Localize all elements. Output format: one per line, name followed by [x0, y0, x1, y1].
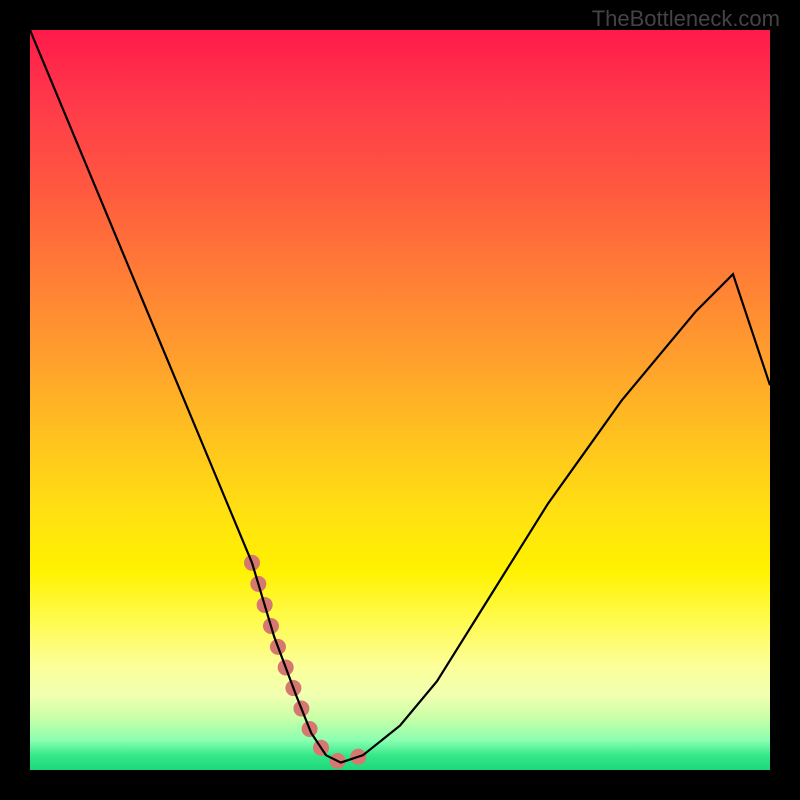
watermark-text: TheBottleneck.com — [592, 6, 780, 32]
highlight-dots — [252, 563, 363, 763]
chart-plot-area — [30, 30, 770, 770]
bottleneck-curve-path — [30, 30, 770, 763]
chart-svg — [30, 30, 770, 770]
